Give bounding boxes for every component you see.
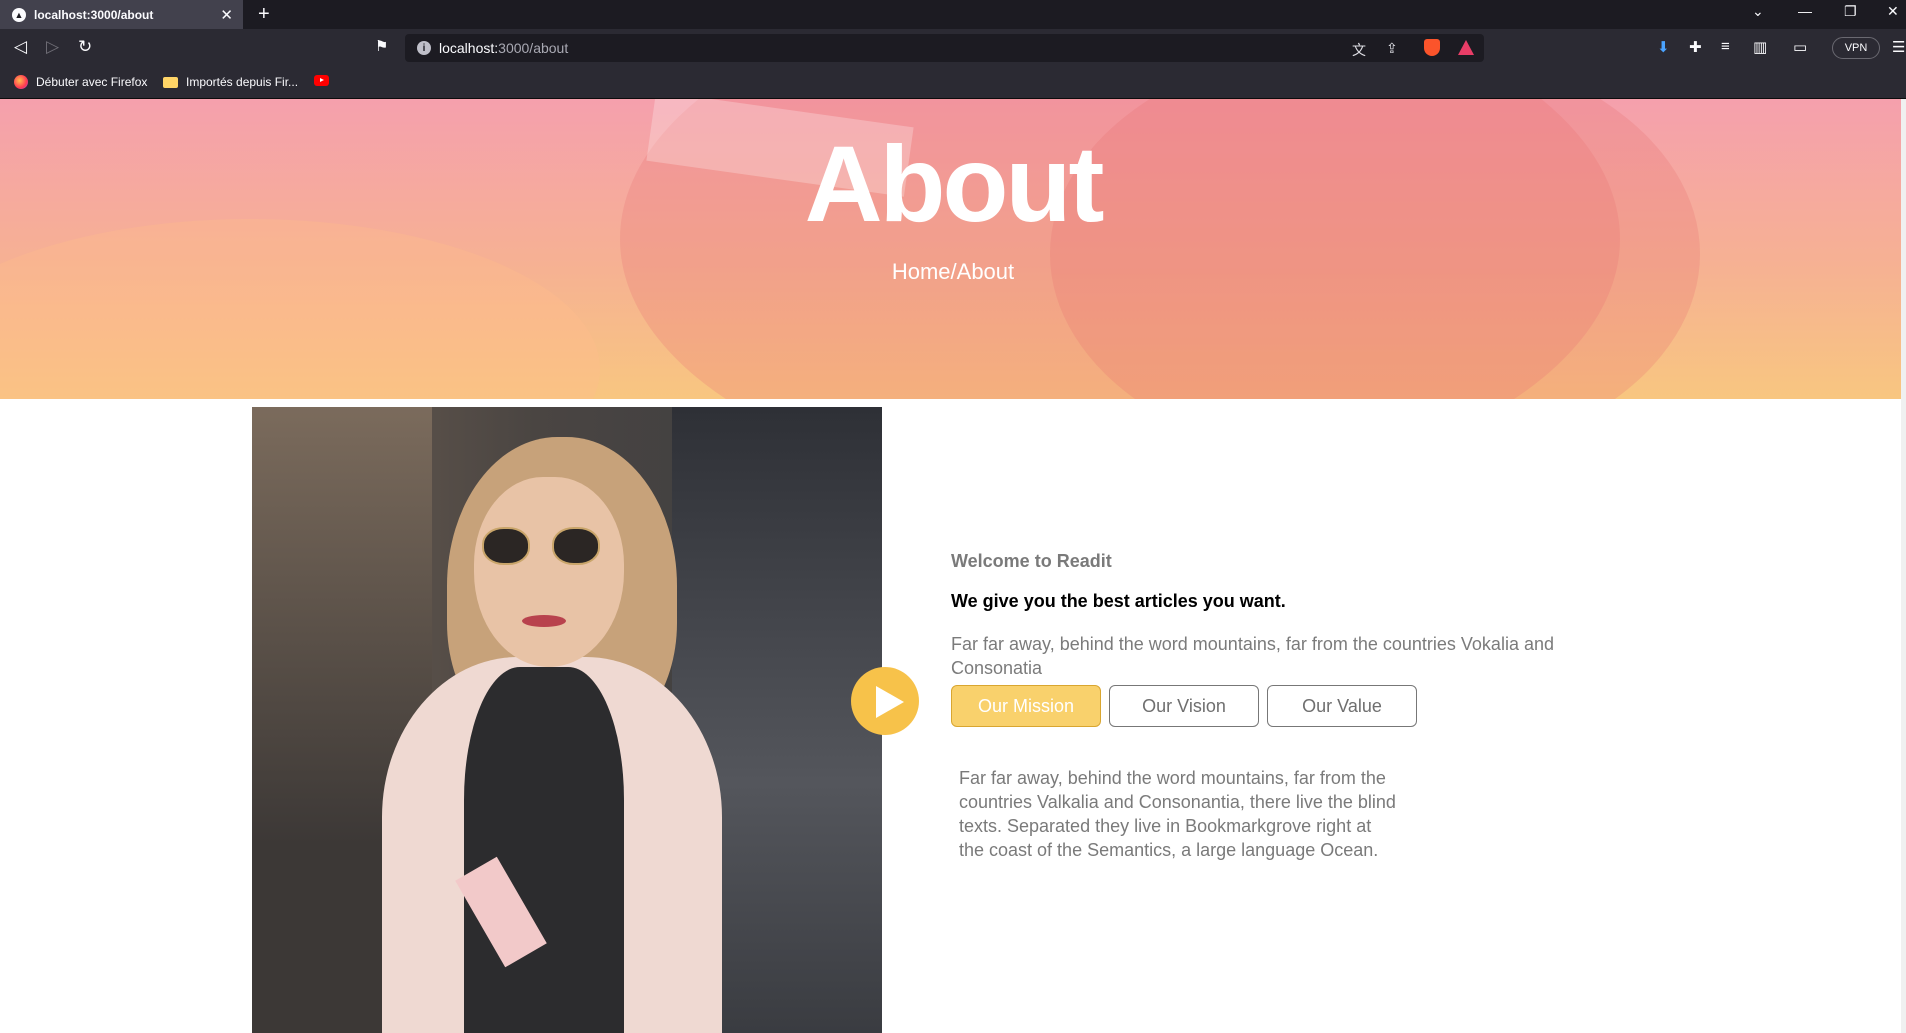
- bookmark-label: Débuter avec Firefox: [36, 75, 148, 89]
- address-url[interactable]: localhost:3000/about: [439, 40, 568, 56]
- forward-arrow-icon[interactable]: ▷: [46, 37, 59, 57]
- brave-shields-icon[interactable]: [1424, 39, 1440, 56]
- bookmark-folder-imported[interactable]: Importés depuis Fir...: [163, 75, 298, 89]
- share-icon[interactable]: ⇪: [1386, 40, 1398, 57]
- app-menu-icon[interactable]: ☰: [1892, 38, 1905, 56]
- youtube-icon: [314, 75, 329, 86]
- tab-our-vision[interactable]: Our Vision: [1109, 685, 1259, 727]
- site-info-icon[interactable]: i: [417, 41, 431, 55]
- downloads-icon[interactable]: ⬇: [1657, 38, 1670, 56]
- page-title: About: [804, 123, 1105, 244]
- address-bar[interactable]: i localhost:3000/about 文 ⇪: [405, 34, 1484, 62]
- wallet-icon[interactable]: ▭: [1793, 38, 1807, 56]
- firefox-icon: [14, 75, 28, 89]
- about-intro-text: Far far away, behind the word mountains,…: [951, 634, 1554, 678]
- page-scrollbar[interactable]: [1901, 99, 1906, 1033]
- about-subheading: Welcome to Readit: [951, 551, 1112, 571]
- site-favicon-icon: ▲: [12, 7, 26, 22]
- browser-tab-active[interactable]: ▲ localhost:3000/about ✕: [0, 0, 243, 29]
- play-video-button[interactable]: [851, 667, 919, 735]
- new-tab-plus-icon[interactable]: +: [258, 3, 270, 26]
- about-heading: We give you the best articles you want.: [951, 591, 1286, 611]
- restore-window-icon[interactable]: ❐: [1844, 3, 1857, 20]
- about-photo: [252, 407, 882, 1033]
- reload-icon[interactable]: ↻: [78, 37, 92, 57]
- browser-navigation-toolbar: ◁ ▷ ↻ ⚑ i localhost:3000/about 文 ⇪ ⬇ ✚ ≡…: [0, 29, 1906, 67]
- bookmark-youtube[interactable]: [314, 75, 329, 86]
- breadcrumb[interactable]: Home/About: [0, 259, 1906, 285]
- play-icon: [876, 686, 904, 718]
- playlist-icon[interactable]: ≡: [1721, 38, 1730, 55]
- sunglasses-lens-right: [552, 527, 600, 565]
- tab-content-text: Far far away, behind the word mountains,…: [959, 768, 1396, 860]
- bookmark-page-icon[interactable]: ⚑: [375, 37, 388, 57]
- hero-banner: About Home/About: [0, 99, 1906, 399]
- sunglasses-lens-left: [482, 527, 530, 565]
- brave-rewards-icon[interactable]: [1458, 40, 1474, 55]
- bookmark-label: Importés depuis Fir...: [186, 75, 299, 89]
- bookmarks-toolbar: Débuter avec Firefox Importés depuis Fir…: [0, 67, 1906, 99]
- tab-our-mission[interactable]: Our Mission: [951, 685, 1101, 727]
- back-arrow-icon[interactable]: ◁: [14, 37, 27, 57]
- vpn-button[interactable]: VPN: [1832, 37, 1880, 59]
- hero-background-shape: [0, 219, 600, 399]
- photo-face-shape: [474, 477, 624, 667]
- close-window-icon[interactable]: ✕: [1887, 3, 1899, 20]
- photo-lips-shape: [522, 615, 566, 627]
- folder-icon: [163, 76, 178, 88]
- about-tabs: Our Mission Our Vision Our Value: [951, 685, 1417, 727]
- photo-top-shape: [464, 667, 624, 1033]
- browser-tab-strip: ▲ localhost:3000/about ✕ + ⌄ — ❐ ✕: [0, 0, 1906, 29]
- extensions-puzzle-icon[interactable]: ✚: [1689, 38, 1702, 56]
- close-tab-icon[interactable]: ✕: [220, 6, 233, 24]
- bookmark-firefox[interactable]: Débuter avec Firefox: [14, 75, 147, 89]
- tab-our-value[interactable]: Our Value: [1267, 685, 1417, 727]
- list-all-tabs-chevron-icon[interactable]: ⌄: [1752, 3, 1764, 20]
- translate-icon[interactable]: 文: [1352, 40, 1366, 60]
- minimize-window-icon[interactable]: —: [1798, 3, 1812, 19]
- sidebar-icon[interactable]: ▥: [1753, 38, 1767, 56]
- browser-tab-title: localhost:3000/about: [34, 7, 154, 22]
